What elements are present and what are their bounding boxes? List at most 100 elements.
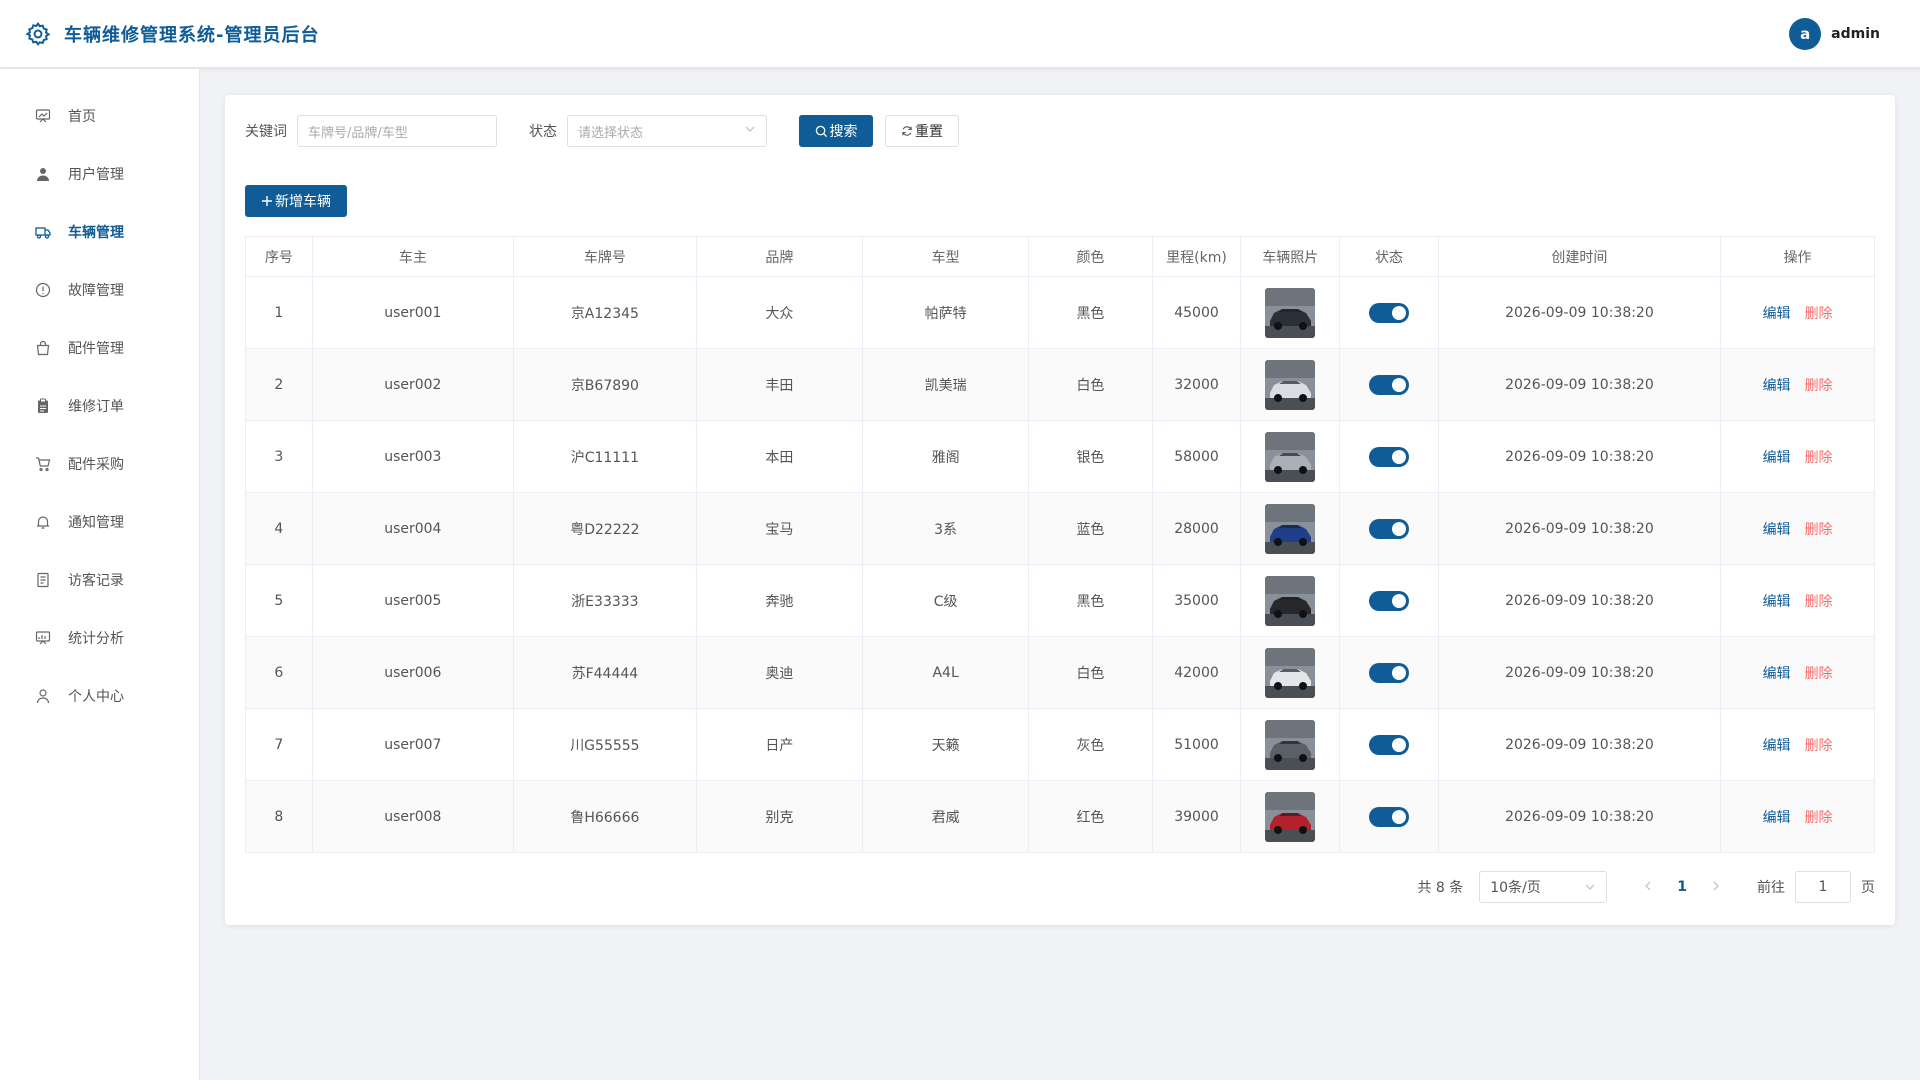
cell-status [1339, 564, 1439, 637]
edit-button[interactable]: 编辑 [1763, 666, 1791, 682]
car-photo-thumbnail[interactable] [1265, 791, 1316, 842]
cell-no: 4 [245, 492, 313, 565]
sidebar-item-label: 通知管理 [68, 515, 124, 531]
cell-model: A4L [861, 636, 1030, 709]
edit-button[interactable]: 编辑 [1763, 594, 1791, 610]
table-row: 8 user008 鲁H66666 别克 君威 红色 39000 2026-09-09 10:… [245, 780, 1875, 853]
cell-photo [1240, 348, 1341, 421]
status-toggle[interactable] [1368, 446, 1409, 467]
sidebar-item-label: 配件管理 [68, 341, 124, 357]
cell-photo [1240, 564, 1341, 637]
sidebar: 首页 用户管理 车辆管理故障管理配件管理维修订单 配件采购通知管理访客记录 统计分析 个人… [0, 69, 200, 1080]
edit-button[interactable]: 编辑 [1763, 378, 1791, 394]
delete-button[interactable]: 删除 [1805, 810, 1833, 826]
column-header: 品牌 [695, 236, 863, 277]
bag-icon [34, 339, 52, 357]
next-page-icon[interactable] [1711, 879, 1721, 895]
search-bar: 关键词 车牌号/品牌/车型 状态 请选择状态 搜索 重置 [245, 115, 959, 147]
sidebar-item-3[interactable]: 故障管理 [0, 261, 199, 319]
cell-actions: 编辑 删除 [1720, 276, 1875, 349]
car-photo-thumbnail[interactable] [1265, 575, 1316, 626]
delete-button[interactable]: 删除 [1805, 450, 1833, 466]
sidebar-item-4[interactable]: 配件管理 [0, 319, 199, 377]
status-select[interactable]: 请选择状态 [567, 115, 767, 147]
cell-brand: 大众 [695, 276, 863, 349]
cell-actions: 编辑 删除 [1720, 780, 1875, 853]
sidebar-item-label: 故障管理 [68, 283, 124, 299]
sidebar-item-9[interactable]: 统计分析 [0, 609, 199, 667]
sidebar-item-0[interactable]: 首页 [0, 87, 199, 145]
cell-color: 白色 [1028, 636, 1153, 709]
total-count: 共 8 条 [1417, 880, 1464, 896]
goto-page-input[interactable]: 1 [1795, 871, 1851, 903]
sidebar-item-10[interactable]: 个人中心 [0, 667, 199, 725]
status-toggle[interactable] [1368, 518, 1409, 539]
edit-button[interactable]: 编辑 [1763, 810, 1791, 826]
search-button[interactable]: 搜索 [799, 115, 873, 147]
username[interactable]: admin [1831, 26, 1880, 42]
cell-color: 黑色 [1028, 276, 1153, 349]
page-size-select[interactable]: 10条/页 [1479, 871, 1608, 903]
cell-model: 天籁 [861, 708, 1030, 781]
delete-button[interactable]: 删除 [1805, 522, 1833, 538]
cell-no: 2 [245, 348, 313, 421]
reset-button[interactable]: 重置 [885, 115, 959, 147]
delete-button[interactable]: 删除 [1805, 738, 1833, 754]
column-header: 车牌号 [513, 236, 697, 277]
add-vehicle-button[interactable]: 新增车辆 [245, 185, 347, 217]
user-menu[interactable]: a admin [1789, 18, 1880, 50]
status-toggle[interactable] [1368, 374, 1409, 395]
car-photo-thumbnail[interactable] [1265, 719, 1316, 770]
chevron-down-icon [744, 123, 756, 139]
cell-mileage: 45000 [1151, 276, 1242, 349]
sidebar-item-6[interactable]: 配件采购 [0, 435, 199, 493]
cell-owner: user003 [311, 420, 515, 493]
status-toggle[interactable] [1368, 806, 1409, 827]
car-photo-thumbnail[interactable] [1265, 647, 1316, 698]
keyword-input[interactable]: 车牌号/品牌/车型 [297, 115, 497, 147]
cell-actions: 编辑 删除 [1720, 492, 1875, 565]
status-toggle[interactable] [1368, 734, 1409, 755]
cell-owner: user005 [311, 564, 515, 637]
cell-plate: 鲁H66666 [513, 780, 697, 853]
sidebar-item-8[interactable]: 访客记录 [0, 551, 199, 609]
dashboard-icon [34, 107, 52, 125]
table-row: 7 user007 川G55555 日产 天籁 灰色 51000 2026-09-09 10:… [245, 708, 1875, 781]
cell-color: 白色 [1028, 348, 1153, 421]
chevron-down-icon [1584, 881, 1596, 893]
avatar[interactable]: a [1789, 18, 1822, 50]
sidebar-item-7[interactable]: 通知管理 [0, 493, 199, 551]
status-toggle[interactable] [1368, 590, 1409, 611]
cell-created: 2026-09-09 10:38:20 [1437, 636, 1722, 709]
delete-button[interactable]: 删除 [1805, 666, 1833, 682]
edit-button[interactable]: 编辑 [1763, 738, 1791, 754]
car-photo-thumbnail[interactable] [1265, 503, 1316, 554]
delete-button[interactable]: 删除 [1805, 306, 1833, 322]
prev-page-icon[interactable] [1643, 879, 1653, 895]
sidebar-item-2[interactable]: 车辆管理 [0, 203, 199, 261]
current-page[interactable]: 1 [1677, 879, 1687, 895]
cell-brand: 别克 [695, 780, 863, 853]
cell-status [1339, 708, 1439, 781]
table-row: 4 user004 粤D22222 宝马 3系 蓝色 28000 2026-09-09 10:… [245, 492, 1875, 565]
edit-button[interactable]: 编辑 [1763, 522, 1791, 538]
status-toggle[interactable] [1368, 302, 1409, 323]
sidebar-item-1[interactable]: 用户管理 [0, 145, 199, 203]
vehicle-table: 序号 车主 车牌号 品牌 车型 颜色 里程(km) 车辆照片 状态 创建时间 操作 1 user001… [245, 236, 1875, 853]
delete-button[interactable]: 删除 [1805, 594, 1833, 610]
add-vehicle-label: 新增车辆 [275, 194, 331, 210]
edit-button[interactable]: 编辑 [1763, 306, 1791, 322]
car-photo-thumbnail[interactable] [1265, 287, 1316, 338]
sidebar-item-5[interactable]: 维修订单 [0, 377, 199, 435]
status-toggle[interactable] [1368, 662, 1409, 683]
reset-button-label: 重置 [915, 124, 943, 140]
cell-model: 雅阁 [861, 420, 1030, 493]
status-label: 状态 [529, 124, 557, 140]
edit-button[interactable]: 编辑 [1763, 450, 1791, 466]
car-photo-thumbnail[interactable] [1265, 359, 1316, 410]
car-photo-thumbnail[interactable] [1265, 431, 1316, 482]
cell-plate: 京A12345 [513, 276, 697, 349]
cell-actions: 编辑 删除 [1720, 708, 1875, 781]
cell-created: 2026-09-09 10:38:20 [1437, 348, 1722, 421]
delete-button[interactable]: 删除 [1805, 378, 1833, 394]
